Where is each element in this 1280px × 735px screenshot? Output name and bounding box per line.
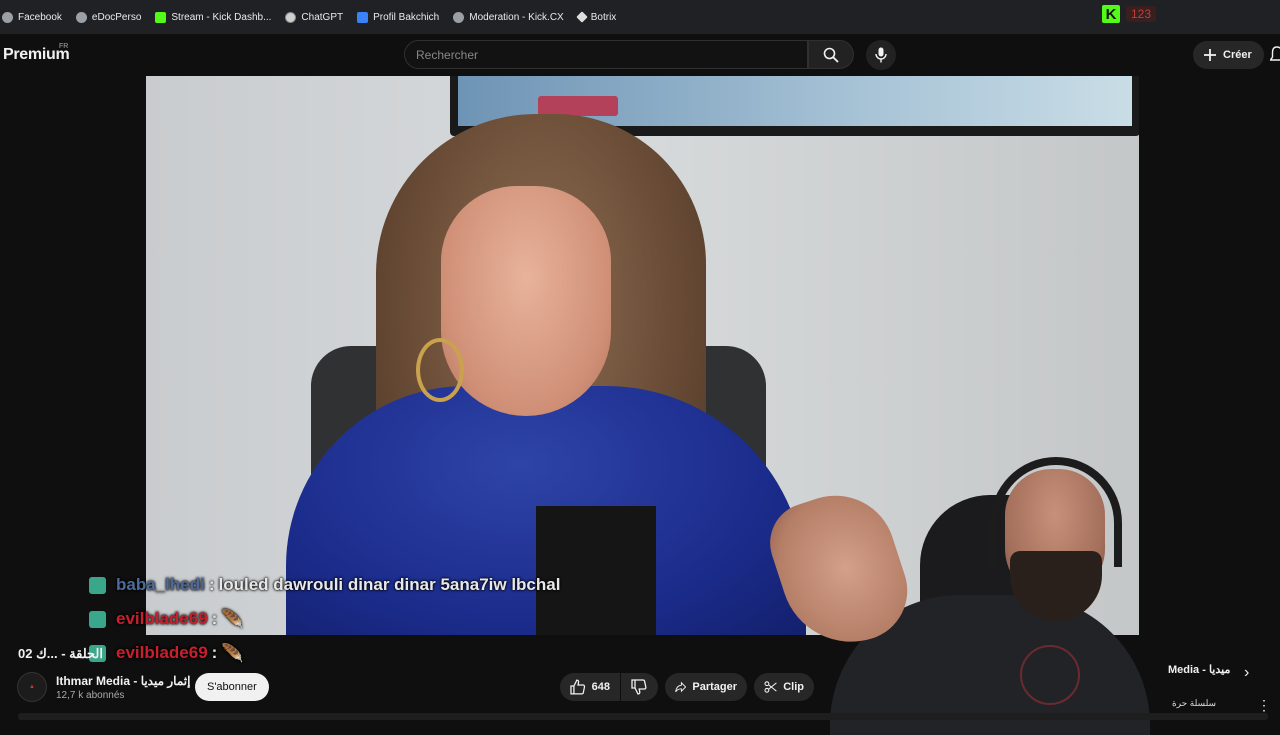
playlist-subtitle: سلسلة حرة	[1172, 698, 1217, 708]
search-icon	[823, 47, 839, 63]
more-options-icon[interactable]: ⋮	[1257, 697, 1271, 714]
like-count: 648	[591, 681, 610, 693]
kick-icon	[155, 11, 167, 23]
kick-logo-icon: K	[1102, 5, 1120, 23]
bookmark-chatgpt[interactable]: ChatGPT	[285, 11, 344, 23]
hoop-earring	[416, 338, 464, 402]
chat-overlay: baba_lhedi : louled dawrouli dinar dinar…	[89, 568, 560, 670]
gear-icon	[453, 11, 465, 23]
chat-text: louled dawrouli dinar dinar 5ana7iw lbch…	[218, 575, 561, 594]
bookmark-botrix[interactable]: Botrix	[576, 11, 617, 23]
bookmark-moderation[interactable]: Moderation - Kick.CX	[453, 11, 564, 23]
share-button[interactable]: Partager	[665, 673, 747, 701]
voice-search-button[interactable]	[866, 40, 896, 70]
dislike-button[interactable]	[621, 673, 658, 701]
profile-icon	[357, 11, 369, 23]
bookmark-label: Moderation - Kick.CX	[469, 11, 564, 23]
chat-emote: 🪶	[221, 642, 244, 663]
bookmark-profil-bakchich[interactable]: Profil Bakchich	[357, 11, 440, 23]
microphone-icon	[875, 47, 887, 63]
bookmark-label: Botrix	[590, 11, 617, 23]
bookmark-label: Profil Bakchich	[373, 11, 440, 23]
chat-separator: :	[211, 609, 218, 628]
chat-message: baba_lhedi : louled dawrouli dinar dinar…	[89, 568, 560, 602]
search-button[interactable]	[808, 40, 854, 69]
search-input[interactable]: Rechercher	[404, 40, 808, 69]
bookmark-edocperso[interactable]: eDocPerso	[75, 11, 142, 23]
clip-button[interactable]: Clip	[754, 673, 814, 701]
like-button[interactable]: 648	[560, 673, 620, 701]
chat-badge-icon	[89, 576, 106, 594]
globe-icon	[75, 11, 87, 23]
share-icon	[675, 681, 687, 693]
channel-name[interactable]: Ithmar Media - إثمار ميديا	[56, 674, 190, 688]
chat-message: evilblade69 : 🪶	[89, 602, 560, 636]
create-button[interactable]: Créer	[1193, 41, 1264, 69]
bookmark-label: Facebook	[18, 11, 62, 23]
bookmark-label: Stream - Kick Dashb...	[171, 11, 272, 23]
bookmark-kick-dashboard[interactable]: Stream - Kick Dashb...	[155, 11, 272, 23]
notifications-bell-icon[interactable]	[1270, 46, 1280, 64]
playlist-title[interactable]: Media - ميديا	[1168, 663, 1230, 676]
chat-username: evilblade69	[116, 609, 208, 628]
chat-badge-icon	[89, 610, 106, 628]
chat-username: baba_lhedi	[116, 575, 205, 594]
channel-avatar[interactable]: ▲	[17, 672, 47, 702]
thumbs-up-icon	[570, 679, 586, 695]
bookmarks-bar: Facebook eDocPerso Stream - Kick Dashb..…	[0, 0, 1280, 34]
headset-icon	[990, 457, 1122, 567]
plus-icon	[1204, 49, 1216, 61]
chevron-right-icon[interactable]: ›	[1244, 664, 1249, 682]
share-label: Partager	[692, 681, 737, 693]
bookmark-facebook[interactable]: Facebook	[2, 11, 62, 23]
description-strip	[18, 713, 1268, 720]
video-title: 02 الحلقة - ...ك	[18, 646, 103, 661]
chat-separator: :	[208, 575, 215, 594]
region-code: FR	[59, 43, 69, 50]
kick-extension[interactable]: K 123	[1102, 5, 1157, 23]
thumbs-down-icon	[631, 679, 647, 695]
openai-icon	[285, 11, 297, 23]
clip-label: Clip	[783, 681, 804, 693]
create-label: Créer	[1223, 49, 1252, 61]
kick-viewer-count: 123	[1126, 6, 1157, 22]
search-placeholder: Rechercher	[416, 47, 479, 62]
youtube-header: Premium FR Rechercher Créer	[0, 34, 1280, 76]
facebook-icon	[2, 11, 13, 23]
bookmark-label: eDocPerso	[91, 11, 142, 23]
streamer-webcam	[759, 455, 1172, 735]
chat-username: evilblade69	[116, 643, 208, 662]
subscriber-count: 12,7 k abonnés	[56, 690, 125, 701]
scissors-icon	[764, 681, 777, 693]
chat-emote: 🪶	[221, 608, 244, 629]
bookmark-label: ChatGPT	[301, 11, 344, 23]
subscribe-button[interactable]: S'abonner	[195, 673, 269, 701]
woman-face	[441, 186, 611, 416]
chat-message: evilblade69 : 🪶	[89, 636, 560, 670]
diamond-icon	[576, 11, 588, 23]
chat-separator: :	[211, 643, 218, 662]
